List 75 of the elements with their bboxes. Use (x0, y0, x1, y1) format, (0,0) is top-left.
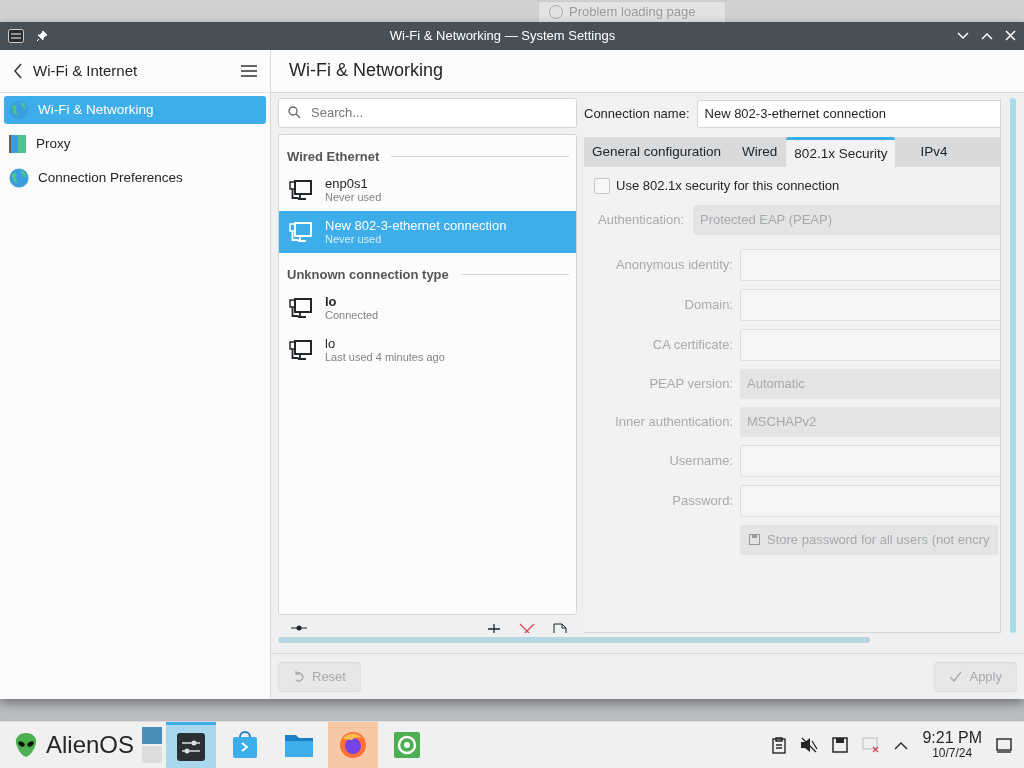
maximize-icon[interactable] (981, 31, 993, 40)
delete-icon[interactable] (519, 623, 535, 633)
search-input[interactable]: Search... (309, 104, 567, 122)
caret-up-icon[interactable] (894, 740, 909, 750)
connection-name: lo (325, 294, 338, 310)
shopping-bag-icon (232, 731, 259, 759)
hamburger-menu-icon[interactable] (241, 64, 257, 77)
configure-icon[interactable] (290, 623, 308, 633)
field-label: Connection name: (584, 106, 690, 122)
group-header: Unknown connection type (287, 267, 449, 283)
launcher-button[interactable]: AlienOS (14, 731, 135, 759)
taskbar-app[interactable] (166, 722, 217, 768)
field-label: PEAP version: (648, 376, 733, 392)
input-field[interactable] (740, 288, 1000, 321)
checkmark-icon (949, 671, 963, 682)
wired-computer-icon (289, 219, 313, 244)
connection-name-field[interactable]: New 802-3-ethernet connection (696, 99, 1000, 128)
clipboard-icon[interactable] (772, 736, 787, 754)
target-icon (394, 732, 421, 758)
sliders-icon (177, 732, 206, 761)
back-icon[interactable] (13, 62, 23, 79)
field-label: CA certificate: (651, 337, 733, 353)
folder-icon (284, 732, 315, 758)
connection-item[interactable]: lo Connected (279, 286, 576, 329)
page-title: Wi-Fi & Networking (289, 60, 444, 82)
group-header: Wired Ethernet (287, 149, 380, 165)
alien-head-icon (14, 732, 38, 758)
pin-icon[interactable] (36, 29, 48, 42)
wired-computer-icon (289, 295, 313, 320)
window-menu-icon[interactable] (8, 28, 24, 43)
window-title: Wi-Fi & Networking — System Settings (388, 28, 617, 44)
field-label: Anonymous identity: (614, 257, 733, 273)
clock[interactable]: 9:21 PM 10/7/24 (922, 730, 982, 760)
field-label: Inner authentication: (614, 414, 733, 430)
connection-item[interactable]: enp0s1 Never used (279, 168, 576, 211)
browser-icon (339, 731, 368, 759)
input-field[interactable] (740, 328, 1000, 361)
search-icon (288, 106, 301, 120)
connection-status: Connected (325, 309, 379, 322)
globe-icon (9, 99, 29, 120)
field-label: Domain: (683, 297, 733, 313)
input-field[interactable] (740, 484, 1000, 517)
connection-status: Never used (325, 191, 382, 204)
globe-icon (9, 167, 29, 188)
show-desktop-icon[interactable] (996, 737, 1012, 753)
proxy-icon (9, 133, 27, 154)
desktop-pager-icon[interactable] (142, 727, 163, 763)
wired-computer-icon (289, 337, 313, 362)
input-field[interactable] (740, 248, 1000, 281)
undo-icon (293, 670, 305, 683)
checkbox[interactable] (594, 177, 610, 194)
connection-item[interactable]: lo Last used 4 minutes ago (279, 328, 576, 371)
connection-name: New 802-3-ethernet connection (325, 218, 507, 234)
wired-computer-icon (289, 177, 313, 202)
input-field[interactable] (740, 444, 1000, 477)
field-label: Password: (671, 493, 733, 509)
connection-name: enp0s1 (325, 176, 369, 192)
sidebar-item[interactable]: Proxy (4, 129, 266, 158)
search-field[interactable]: Search... (278, 97, 577, 128)
add-icon[interactable] (487, 623, 501, 633)
minimize-icon[interactable] (957, 31, 969, 40)
connection-name: lo (325, 336, 337, 352)
export-icon[interactable] (553, 623, 567, 633)
sidebar-item[interactable]: Connection Preferences (4, 163, 266, 192)
connection-status: Never used (325, 233, 383, 246)
connection-status: Last used 4 minutes ago (325, 351, 445, 364)
field-label: Authentication: (598, 212, 684, 228)
checkbox-label: Use 802.1x security for this connection (616, 178, 840, 194)
field-label: Username: (668, 453, 733, 469)
section-title: Wi-Fi & Internet (33, 62, 139, 80)
tab[interactable]: 802.1x Security (786, 136, 896, 167)
muted-speaker-icon[interactable] (800, 737, 819, 753)
close-icon[interactable] (1005, 30, 1016, 42)
network-disconnected-icon[interactable] (862, 737, 881, 753)
save-icon (748, 533, 761, 547)
